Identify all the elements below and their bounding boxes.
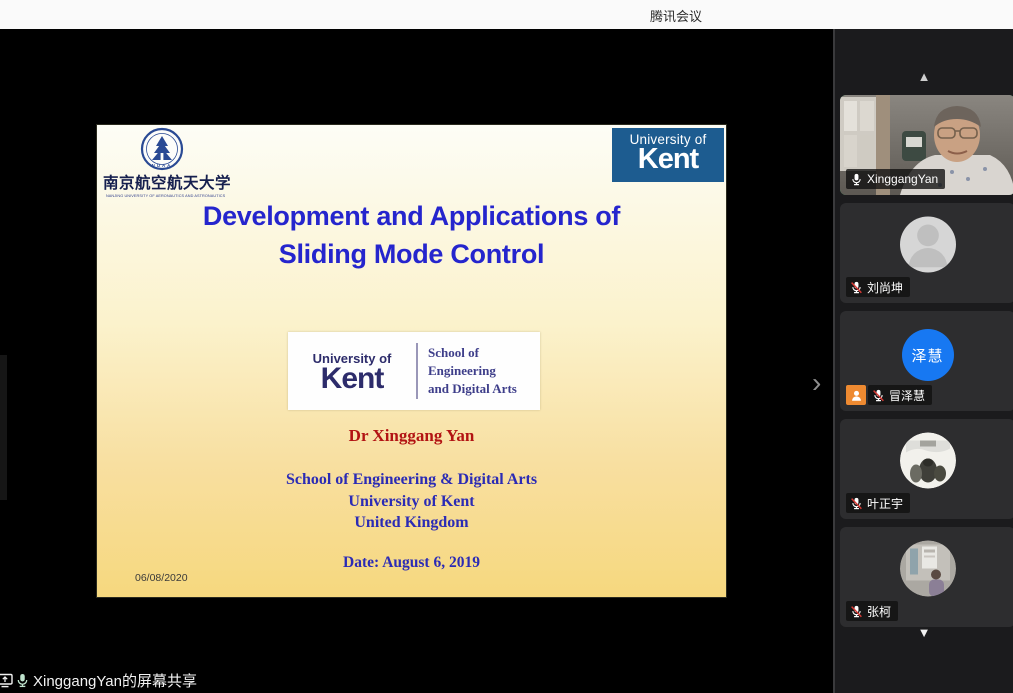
participant-name-row: 刘尚坤 [846, 277, 910, 297]
slide-title: Development and Applications of Sliding … [97, 197, 726, 273]
mic-on-icon [15, 673, 30, 688]
kent-school-logo-left: University of Kent [288, 351, 416, 392]
share-status-text: XinggangYan的屏幕共享 [33, 670, 197, 691]
screen-share-icon [0, 673, 13, 688]
slide-title-line1: Development and Applications of [97, 197, 726, 235]
svg-text:NUAA: NUAA [152, 163, 173, 168]
presenter-name: Dr Xinggang Yan [97, 426, 726, 446]
mic-muted-icon [850, 281, 863, 294]
nuaa-logo: NUAA 南京航空航天大学 NANJING UNIVERSITY OF AERO… [103, 127, 221, 198]
avatar [900, 433, 956, 494]
nuaa-emblem-icon: NUAA [140, 127, 184, 171]
kent-school-logo-right: School of Engineering and Digital Arts [418, 344, 540, 399]
mic-on-icon [850, 173, 863, 186]
nuaa-name-cn: 南京航空航天大学 [103, 171, 221, 193]
avatar [900, 217, 956, 278]
mic-muted-icon [872, 389, 885, 402]
scroll-up-icon[interactable]: ▲ [835, 69, 1013, 84]
school-logo-school-line2: Engineering [428, 362, 540, 380]
participant-name-label: XinggangYan [846, 169, 945, 189]
participants-panel: ▲ [833, 29, 1013, 693]
affiliation-line1: School of Engineering & Digital Arts [97, 469, 726, 491]
photo-avatar [900, 433, 956, 489]
participant-tile-yezhengyu[interactable]: 叶正宇 [840, 419, 1013, 519]
participant-name-row: XinggangYan [846, 169, 945, 189]
kent-logo-line2: Kent [612, 147, 724, 172]
panel-toggle-chevron[interactable]: › [812, 369, 821, 397]
mic-muted-icon [850, 605, 863, 618]
initials-avatar: 泽慧 [902, 329, 954, 381]
affiliation-line3: United Kingdom [97, 512, 726, 534]
participant-tile-xinggangyan[interactable]: XinggangYan [840, 95, 1013, 195]
kent-school-logo: University of Kent School of Engineering… [288, 332, 540, 410]
presentation-slide: NUAA 南京航空航天大学 NANJING UNIVERSITY OF AERO… [97, 125, 726, 597]
participant-name-label: 叶正宇 [846, 493, 910, 513]
share-status-bar: XinggangYan的屏幕共享 [0, 668, 833, 693]
school-logo-school-line1: School of [428, 344, 540, 362]
participant-name-label: 刘尚坤 [846, 277, 910, 297]
school-logo-school-line3: and Digital Arts [428, 380, 540, 398]
app-title: 腾讯会议 [650, 6, 702, 25]
screen-share-area: NUAA 南京航空航天大学 NANJING UNIVERSITY OF AERO… [0, 29, 833, 693]
participant-name-row: 冒泽慧 [846, 385, 932, 405]
presentation-date: Date: August 6, 2019 [97, 554, 726, 572]
participant-name-row: 叶正宇 [846, 493, 910, 513]
mic-muted-icon [850, 497, 863, 510]
left-edge-hover-strip [0, 355, 7, 500]
host-badge-icon [846, 385, 866, 405]
meeting-window: 腾讯会议 NUAA 南京航空航天大学 NANJING UNIVERSITY OF… [0, 0, 1013, 693]
participant-tile-zhangke[interactable]: 张柯 [840, 527, 1013, 627]
participant-tile-liushangkun[interactable]: 刘尚坤 [840, 203, 1013, 303]
slide-footer-date: 06/08/2020 [135, 572, 188, 584]
window-titlebar: 腾讯会议 [0, 0, 1013, 29]
participant-name-row: 张柯 [846, 601, 898, 621]
affiliation-block: School of Engineering & Digital Arts Uni… [97, 469, 726, 534]
scroll-down-icon[interactable]: ▼ [835, 625, 1013, 640]
participant-name: XinggangYan [867, 172, 938, 186]
participant-name-label: 冒泽慧 [868, 385, 932, 405]
avatar: 泽慧 [902, 329, 954, 381]
participant-tile-maozehui[interactable]: 泽慧 冒泽慧 [840, 311, 1013, 411]
school-logo-uni-line2: Kent [288, 366, 416, 392]
avatar [900, 541, 956, 602]
participant-name: 叶正宇 [867, 495, 903, 512]
participant-name: 冒泽慧 [889, 387, 925, 404]
photo-avatar [900, 541, 956, 597]
affiliation-line2: University of Kent [97, 491, 726, 513]
person-silhouette-icon [900, 217, 956, 273]
participant-name: 张柯 [867, 603, 891, 620]
participant-name-label: 张柯 [846, 601, 898, 621]
slide-title-line2: Sliding Mode Control [97, 235, 726, 273]
participant-name: 刘尚坤 [867, 279, 903, 296]
kent-logo: University of Kent [612, 128, 724, 182]
